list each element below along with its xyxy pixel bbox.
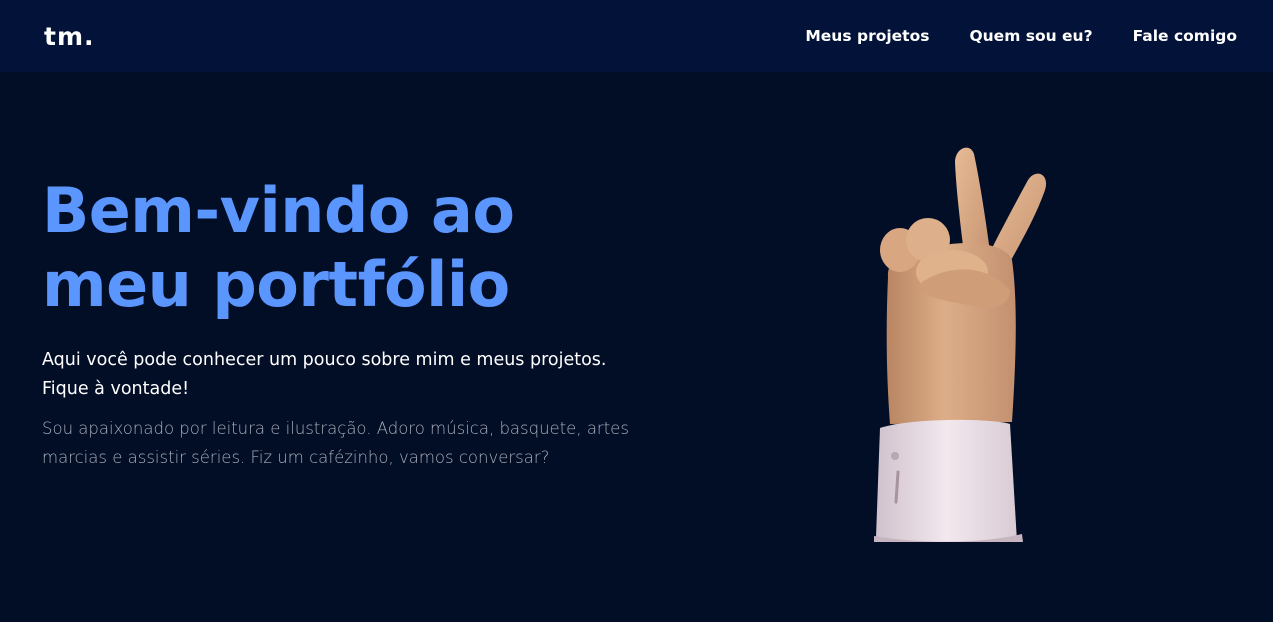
hero-subtitle-line-1: Aqui você pode conhecer um pouco sobre m… xyxy=(42,350,607,370)
hero-title: Bem-vindo ao meu portfólio xyxy=(42,174,682,322)
nav-link-projects[interactable]: Meus projetos xyxy=(805,27,929,45)
nav-link-contact[interactable]: Fale comigo xyxy=(1133,27,1237,45)
hero-section: Bem-vindo ao meu portfólio Aqui você pod… xyxy=(0,72,1273,622)
peace-sign-hand-icon xyxy=(860,142,1060,592)
nav-link-about[interactable]: Quem sou eu? xyxy=(969,27,1092,45)
hero-title-line-1: Bem-vindo ao xyxy=(42,174,515,247)
hero-description: Sou apaixonado por leitura e ilustração.… xyxy=(42,419,629,467)
top-navbar: tm. Meus projetos Quem sou eu? Fale comi… xyxy=(0,0,1273,72)
hero-subtitle-line-2: Fique à vontade! xyxy=(42,379,190,399)
hero-title-line-2: meu portfólio xyxy=(42,248,510,321)
site-logo[interactable]: tm. xyxy=(44,22,95,51)
nav-menu: Meus projetos Quem sou eu? Fale comigo xyxy=(805,27,1237,45)
hero-subtitle: Aqui você pode conhecer um pouco sobre m… xyxy=(42,346,662,404)
